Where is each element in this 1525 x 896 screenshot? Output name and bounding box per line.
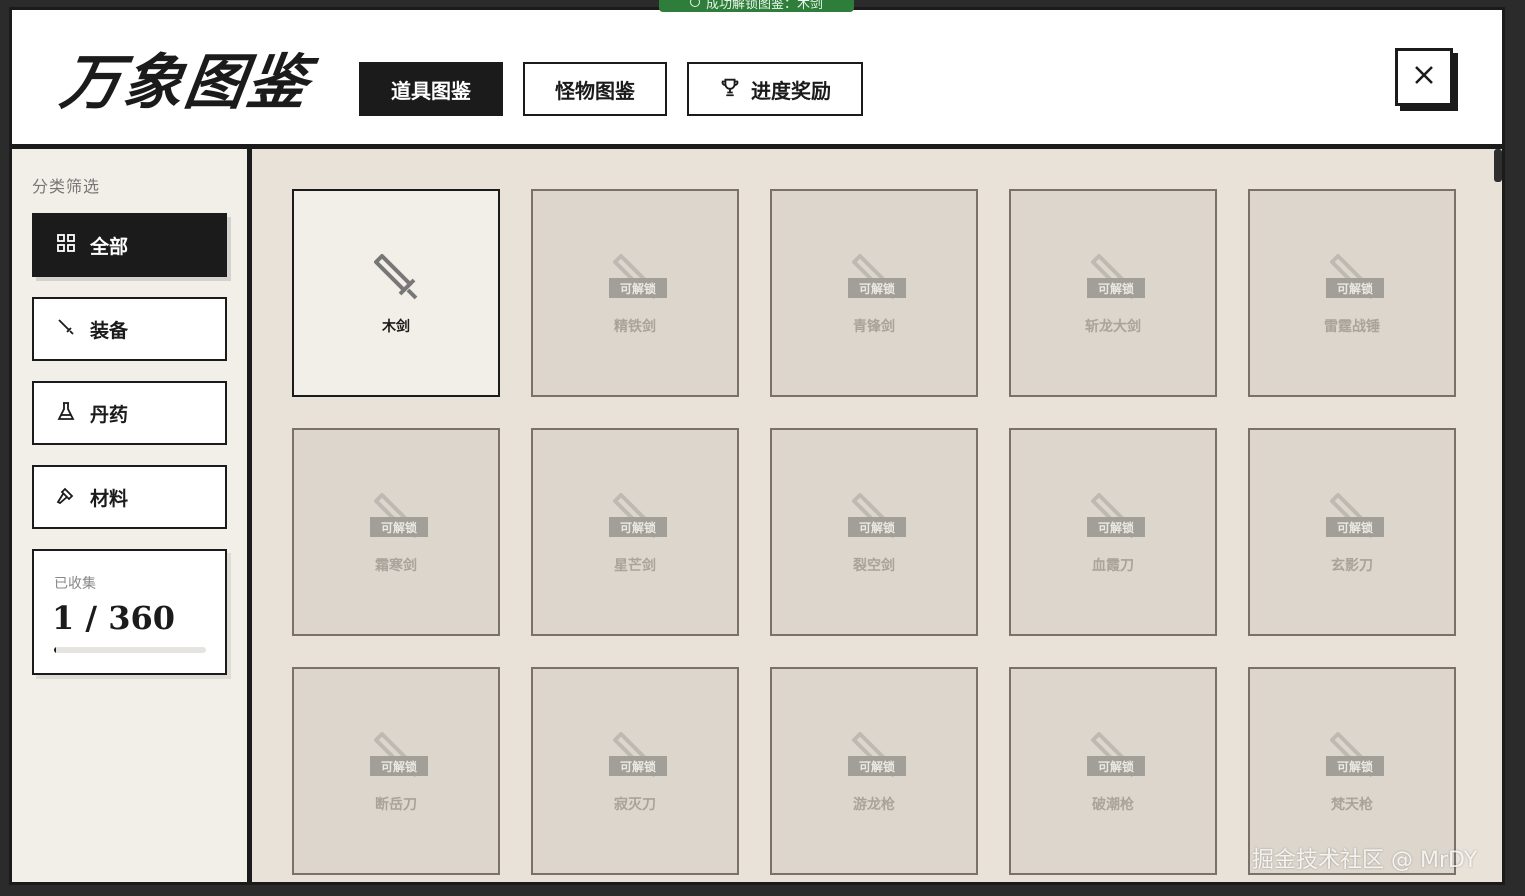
item-card[interactable]: 可解锁 裂空剑: [770, 428, 978, 636]
unlockable-badge: 可解锁: [1326, 517, 1384, 537]
tab-rewards-label: 进度奖励: [751, 78, 831, 103]
sword-icon: 可解锁: [368, 728, 428, 784]
sword-icon: 可解锁: [1085, 728, 1145, 784]
filter-equipment-label: 装备: [90, 319, 129, 342]
close-icon: [1412, 63, 1436, 91]
progress-fill: [54, 647, 56, 653]
item-card[interactable]: 可解锁 断岳刀: [292, 667, 500, 875]
item-card[interactable]: 可解锁 霜寒剑: [292, 428, 500, 636]
unlockable-badge: 可解锁: [1087, 517, 1145, 537]
sword-icon: 可解锁: [1324, 250, 1384, 306]
sword-icon: 可解锁: [607, 489, 667, 545]
item-name: 青锋剑: [853, 319, 895, 335]
tab-monsters-label: 怪物图鉴: [555, 78, 635, 103]
header: 万象图鉴 道具图鉴 怪物图鉴 进度奖励: [12, 10, 1502, 144]
close-button[interactable]: [1395, 48, 1453, 106]
filter-material[interactable]: 材料: [32, 465, 227, 529]
item-name: 梵天枪: [1331, 797, 1373, 813]
filter-all[interactable]: 全部: [32, 213, 227, 277]
item-card[interactable]: 木剑: [292, 189, 500, 397]
item-name: 精铁剑: [614, 319, 656, 335]
item-name: 玄影刀: [1331, 558, 1373, 574]
sword-icon: 可解锁: [368, 489, 428, 545]
hammer-icon: [56, 485, 76, 510]
item-grid-panel[interactable]: 木剑 可解锁 精铁剑 可解锁 青锋剑 可解锁 斩龙大剑 可解锁 雷霆战锤 可解锁 霜寒剑 …: [252, 149, 1502, 882]
unlockable-badge: 可解锁: [370, 517, 428, 537]
filter-elixir-label: 丹药: [90, 403, 129, 426]
grid-icon: [56, 233, 76, 258]
item-name: 霜寒剑: [375, 558, 417, 574]
progress-bar: [54, 647, 206, 653]
sword-icon: 可解锁: [1085, 489, 1145, 545]
item-card[interactable]: 可解锁 星芒剑: [531, 428, 739, 636]
collection-stats: 已收集 1 / 360: [32, 549, 227, 675]
filter-equipment[interactable]: 装备: [32, 297, 227, 361]
check-icon: [689, 0, 700, 7]
item-name: 游龙枪: [853, 797, 895, 813]
item-card[interactable]: 可解锁 青锋剑: [770, 189, 978, 397]
watermark: 掘金技术社区 @ MrDY: [1252, 848, 1478, 873]
item-card[interactable]: 可解锁 斩龙大剑: [1009, 189, 1217, 397]
item-name: 破潮枪: [1092, 797, 1134, 813]
item-name: 雷霆战锤: [1324, 319, 1380, 335]
logo-title: 万象图鉴: [56, 48, 315, 118]
unlockable-badge: 可解锁: [609, 278, 667, 298]
trophy-icon: [719, 76, 741, 103]
item-card[interactable]: 可解锁 破潮枪: [1009, 667, 1217, 875]
sword-icon: [56, 317, 76, 342]
unlockable-badge: 可解锁: [848, 517, 906, 537]
item-name: 斩龙大剑: [1085, 319, 1141, 335]
stats-count: 1 / 360: [52, 599, 176, 637]
item-card[interactable]: 可解锁 雷霆战锤: [1248, 189, 1456, 397]
unlockable-badge: 可解锁: [848, 278, 906, 298]
item-card[interactable]: 可解锁 游龙枪: [770, 667, 978, 875]
unlockable-badge: 可解锁: [370, 756, 428, 776]
item-grid: 木剑 可解锁 精铁剑 可解锁 青锋剑 可解锁 斩龙大剑 可解锁 雷霆战锤 可解锁 霜寒剑 …: [292, 189, 1456, 875]
sword-icon: 可解锁: [1085, 250, 1145, 306]
item-card[interactable]: 可解锁 玄影刀: [1248, 428, 1456, 636]
sword-icon: 可解锁: [846, 250, 906, 306]
sidebar: 分类筛选 全部 装备 丹药 材料 已收集 1 / 360: [12, 149, 247, 882]
tab-items-label: 道具图鉴: [391, 78, 471, 103]
scrollbar[interactable]: [1494, 149, 1502, 182]
item-name: 星芒剑: [614, 558, 656, 574]
sword-icon: 可解锁: [1324, 728, 1384, 784]
filter-elixir[interactable]: 丹药: [32, 381, 227, 445]
item-card[interactable]: 可解锁 精铁剑: [531, 189, 739, 397]
flask-icon: [56, 401, 76, 426]
unlockable-badge: 可解锁: [1326, 278, 1384, 298]
unlockable-badge: 可解锁: [1087, 756, 1145, 776]
codex-window: 万象图鉴 道具图鉴 怪物图鉴 进度奖励 分类筛选 全部 装备 丹药 材料 已收集…: [9, 7, 1505, 885]
sword-icon: 可解锁: [846, 489, 906, 545]
item-card[interactable]: 可解锁 寂灭刀: [531, 667, 739, 875]
sidebar-title: 分类筛选: [32, 177, 101, 196]
unlock-toast: 成功解锁图鉴：木剑: [659, 0, 854, 12]
item-name: 裂空剑: [853, 558, 895, 574]
sword-icon: [368, 250, 424, 306]
stats-label: 已收集: [54, 576, 96, 592]
item-card[interactable]: 可解锁 血霞刀: [1009, 428, 1217, 636]
item-name: 木剑: [382, 319, 410, 335]
tab-items[interactable]: 道具图鉴: [359, 62, 503, 116]
filter-all-label: 全部: [90, 235, 129, 258]
toast-text: 成功解锁图鉴：木剑: [705, 0, 823, 12]
unlockable-badge: 可解锁: [1087, 278, 1145, 298]
item-name: 断岳刀: [375, 797, 417, 813]
sword-icon: 可解锁: [1324, 489, 1384, 545]
tab-monsters[interactable]: 怪物图鉴: [523, 62, 667, 116]
item-name: 寂灭刀: [614, 797, 656, 813]
sword-icon: 可解锁: [846, 728, 906, 784]
tab-rewards[interactable]: 进度奖励: [687, 62, 863, 116]
filter-material-label: 材料: [90, 487, 129, 510]
sword-icon: 可解锁: [607, 728, 667, 784]
sword-icon: 可解锁: [607, 250, 667, 306]
unlockable-badge: 可解锁: [1326, 756, 1384, 776]
unlockable-badge: 可解锁: [848, 756, 906, 776]
item-name: 血霞刀: [1092, 558, 1134, 574]
unlockable-badge: 可解锁: [609, 756, 667, 776]
unlockable-badge: 可解锁: [609, 517, 667, 537]
